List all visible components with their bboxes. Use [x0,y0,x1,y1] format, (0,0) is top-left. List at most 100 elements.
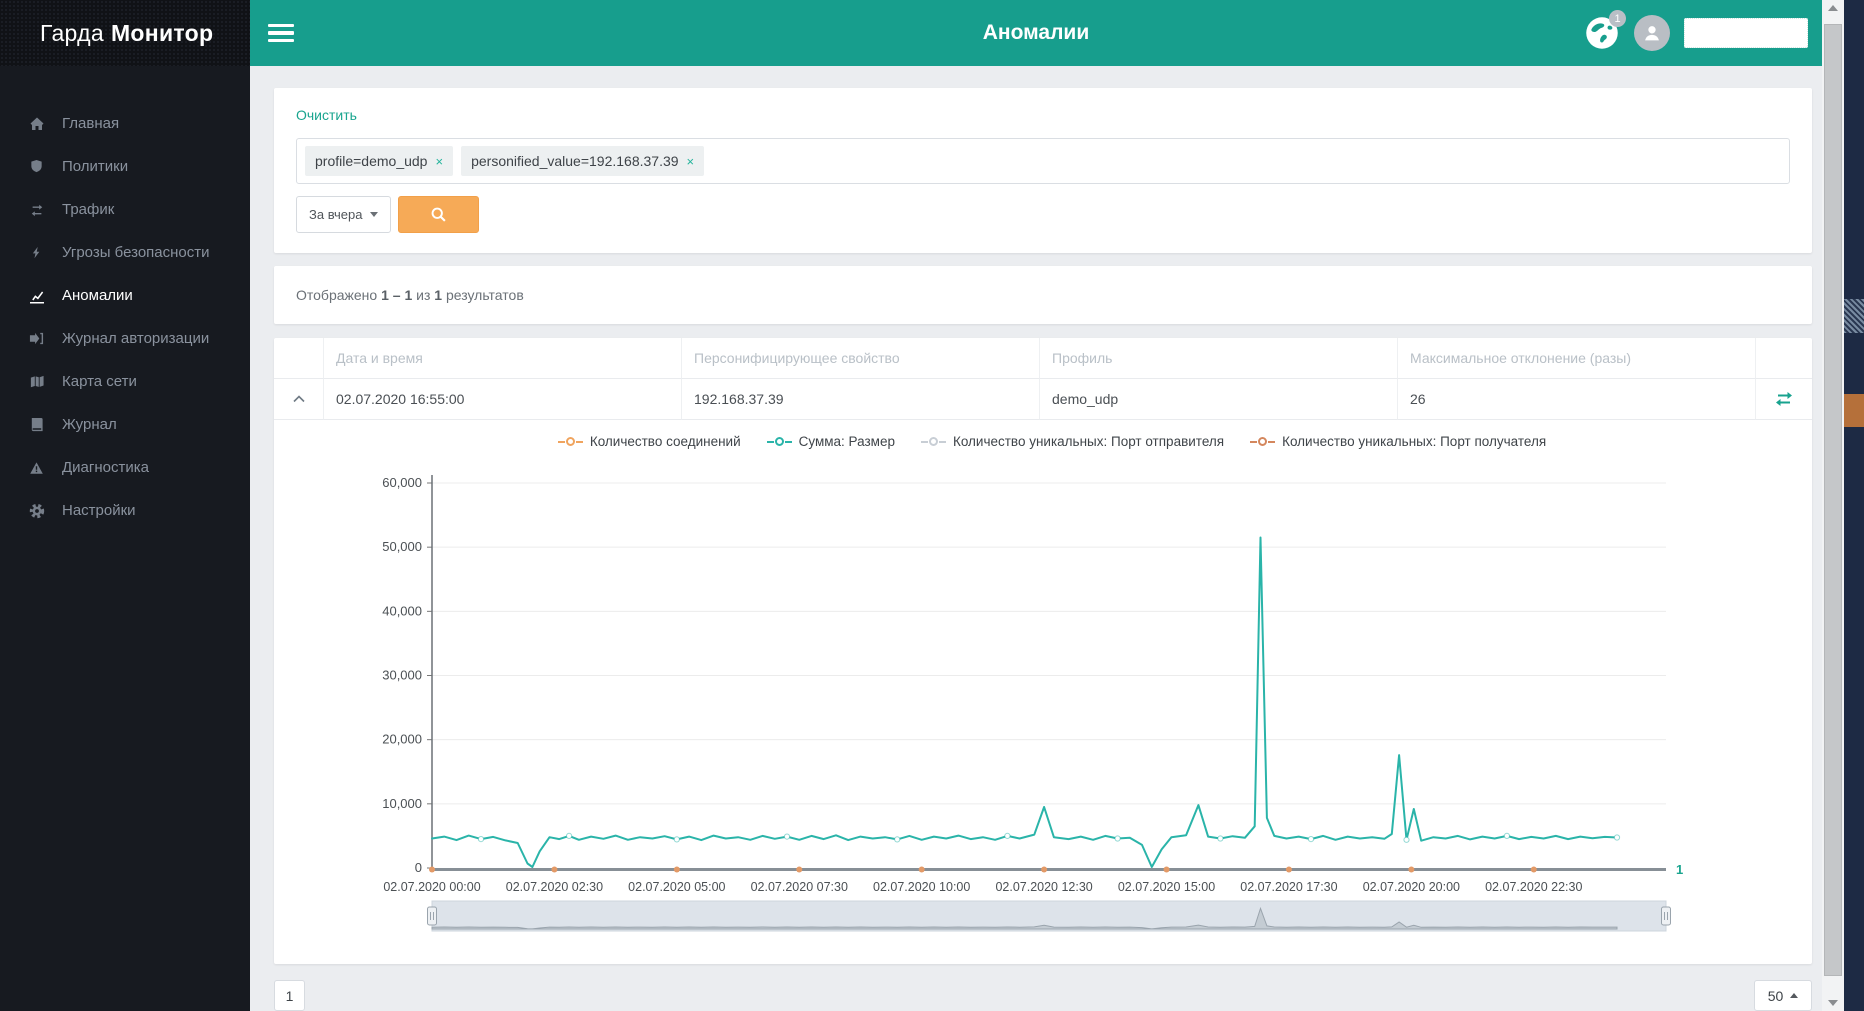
edge-marker-hatch [1844,299,1864,333]
results-count: 1 [434,287,442,303]
table-header-row: Дата и время Персонифицирующее свойство … [274,338,1812,379]
results-summary: Отображено 1 – 1 из 1 результатов [274,266,1812,324]
legend-label: Количество уникальных: Порт отправителя [953,434,1224,449]
user-name-box[interactable] [1684,18,1808,48]
clear-filters-link[interactable]: Очистить [296,107,357,123]
actions-column-header [1756,338,1812,379]
edge-marker-strip [1844,0,1864,1011]
legend-marker-icon [558,437,583,446]
filter-tag-text: personified_value=192.168.37.39 [471,153,678,169]
sidebar-item-settings[interactable]: Настройки [0,489,250,532]
search-button[interactable] [398,196,479,233]
sidebar-item-label: Аномалии [62,287,133,304]
anomaly-chart-panel: Количество соединений Сумма: Размер Коли… [274,420,1812,946]
sidebar-item-label: Карта сети [62,373,137,390]
legend-marker-icon [767,437,792,446]
cell-personified-value: 192.168.37.39 [682,379,1040,420]
sidebar-item-label: Трафик [62,201,114,218]
legend-item-unique-dst-port[interactable]: Количество уникальных: Порт получателя [1250,434,1546,449]
col-header-deviation: Максимальное отклонение (разы) [1398,338,1756,379]
chevron-down-icon [370,212,378,217]
notification-badge: 1 [1609,10,1626,27]
menu-toggle-button[interactable] [268,24,294,43]
table-row: 02.07.2020 16:55:00 192.168.37.39 demo_u… [274,379,1812,420]
results-prefix: Отображено [296,287,377,303]
filter-actions: За вчера [296,196,1790,233]
bolt-icon [28,244,45,261]
col-header-profile: Профиль [1040,338,1398,379]
sidebar-item-network-map[interactable]: Карта сети [0,360,250,403]
go-to-traffic-button[interactable] [1756,379,1812,420]
scroll-up-arrow[interactable] [1822,0,1844,16]
page-size-dropdown[interactable]: 50 [1754,980,1812,1011]
svg-text:02.07.2020 07:30: 02.07.2020 07:30 [751,880,848,894]
results-mid: из [416,287,430,303]
svg-text:02.07.2020 15:00: 02.07.2020 15:00 [1118,880,1215,894]
legend-item-sum-size[interactable]: Сумма: Размер [767,434,895,449]
filter-tag-personified-value: personified_value=192.168.37.39 × [461,146,704,176]
scroll-down-arrow[interactable] [1822,995,1844,1011]
user-avatar[interactable] [1634,15,1670,51]
svg-text:30,000: 30,000 [382,668,422,683]
sidebar-item-journal[interactable]: Журнал [0,403,250,446]
svg-text:02.07.2020 12:30: 02.07.2020 12:30 [995,880,1092,894]
legend-label: Количество уникальных: Порт получателя [1282,434,1546,449]
anomaly-chart[interactable]: 010,00020,00030,00040,00050,00060,00002.… [292,463,1792,935]
legend-item-unique-src-port[interactable]: Количество уникальных: Порт отправителя [921,434,1224,449]
legend-marker-icon [1250,437,1275,446]
brand-bold: Монитор [111,20,213,47]
table-footer: 1 50 [274,980,1812,1011]
notifications-button[interactable]: 1 [1584,15,1620,51]
svg-text:10,000: 10,000 [382,796,422,811]
map-icon [28,373,45,390]
period-label: За вчера [309,207,362,222]
chart-canvas: 010,00020,00030,00040,00050,00060,00002.… [292,463,1812,940]
legend-label: Количество соединений [590,434,741,449]
legend-marker-icon [921,437,946,446]
sidebar-item-label: Политики [62,158,128,175]
chevron-up-icon [293,395,305,403]
chart-legend: Количество соединений Сумма: Размер Коли… [292,434,1812,449]
globe-icon [1584,38,1620,55]
legend-item-connections[interactable]: Количество соединений [558,434,741,449]
pagination-page-1-button[interactable]: 1 [274,980,305,1011]
period-dropdown[interactable]: За вчера [296,196,391,233]
edge-marker-orange [1844,394,1864,427]
sidebar-item-home[interactable]: Главная [0,102,250,145]
gear-icon [28,502,45,519]
cell-profile: demo_udp [1040,379,1398,420]
cell-datetime: 02.07.2020 16:55:00 [324,379,682,420]
sidebar-item-label: Диагностика [62,459,149,476]
traffic-link-icon [1775,392,1793,406]
vertical-scrollbar[interactable] [1822,0,1844,1011]
sidebar-item-diagnostics[interactable]: Диагностика [0,446,250,489]
sidebar-item-auth-log[interactable]: Журнал авторизации [0,317,250,360]
svg-text:50,000: 50,000 [382,539,422,554]
filter-tags-input[interactable]: profile=demo_udp × personified_value=192… [296,138,1790,184]
scrollbar-thumb[interactable] [1824,24,1842,976]
remove-tag-icon[interactable]: × [435,154,443,169]
sidebar-item-label: Настройки [62,502,136,519]
shield-icon [28,158,45,175]
app-root: Гарда Монитор Главная Политики Трафик Уг… [0,0,1864,1011]
svg-text:02.07.2020 02:30: 02.07.2020 02:30 [506,880,603,894]
sidebar-item-traffic[interactable]: Трафик [0,188,250,231]
svg-text:40,000: 40,000 [382,603,422,618]
remove-tag-icon[interactable]: × [687,154,695,169]
svg-text:60,000: 60,000 [382,475,422,490]
sidebar-item-policies[interactable]: Политики [0,145,250,188]
col-header-personified: Персонифицирующее свойство [682,338,1040,379]
svg-text:02.07.2020 00:00: 02.07.2020 00:00 [383,880,480,894]
sidebar-item-anomalies[interactable]: Аномалии [0,274,250,317]
sidebar-item-label: Главная [62,115,119,132]
collapse-row-button[interactable] [274,379,324,420]
sidebar-item-label: Журнал [62,416,117,433]
chart-line-icon [28,287,45,304]
sign-in-icon [28,330,45,347]
expand-column-header [274,338,324,379]
sidebar-item-threats[interactable]: Угрозы безопасности [0,231,250,274]
svg-text:0: 0 [415,860,422,875]
chevron-up-icon [1790,993,1798,998]
top-bar: Аномалии 1 [250,0,1822,66]
col-header-datetime: Дата и время [324,338,682,379]
